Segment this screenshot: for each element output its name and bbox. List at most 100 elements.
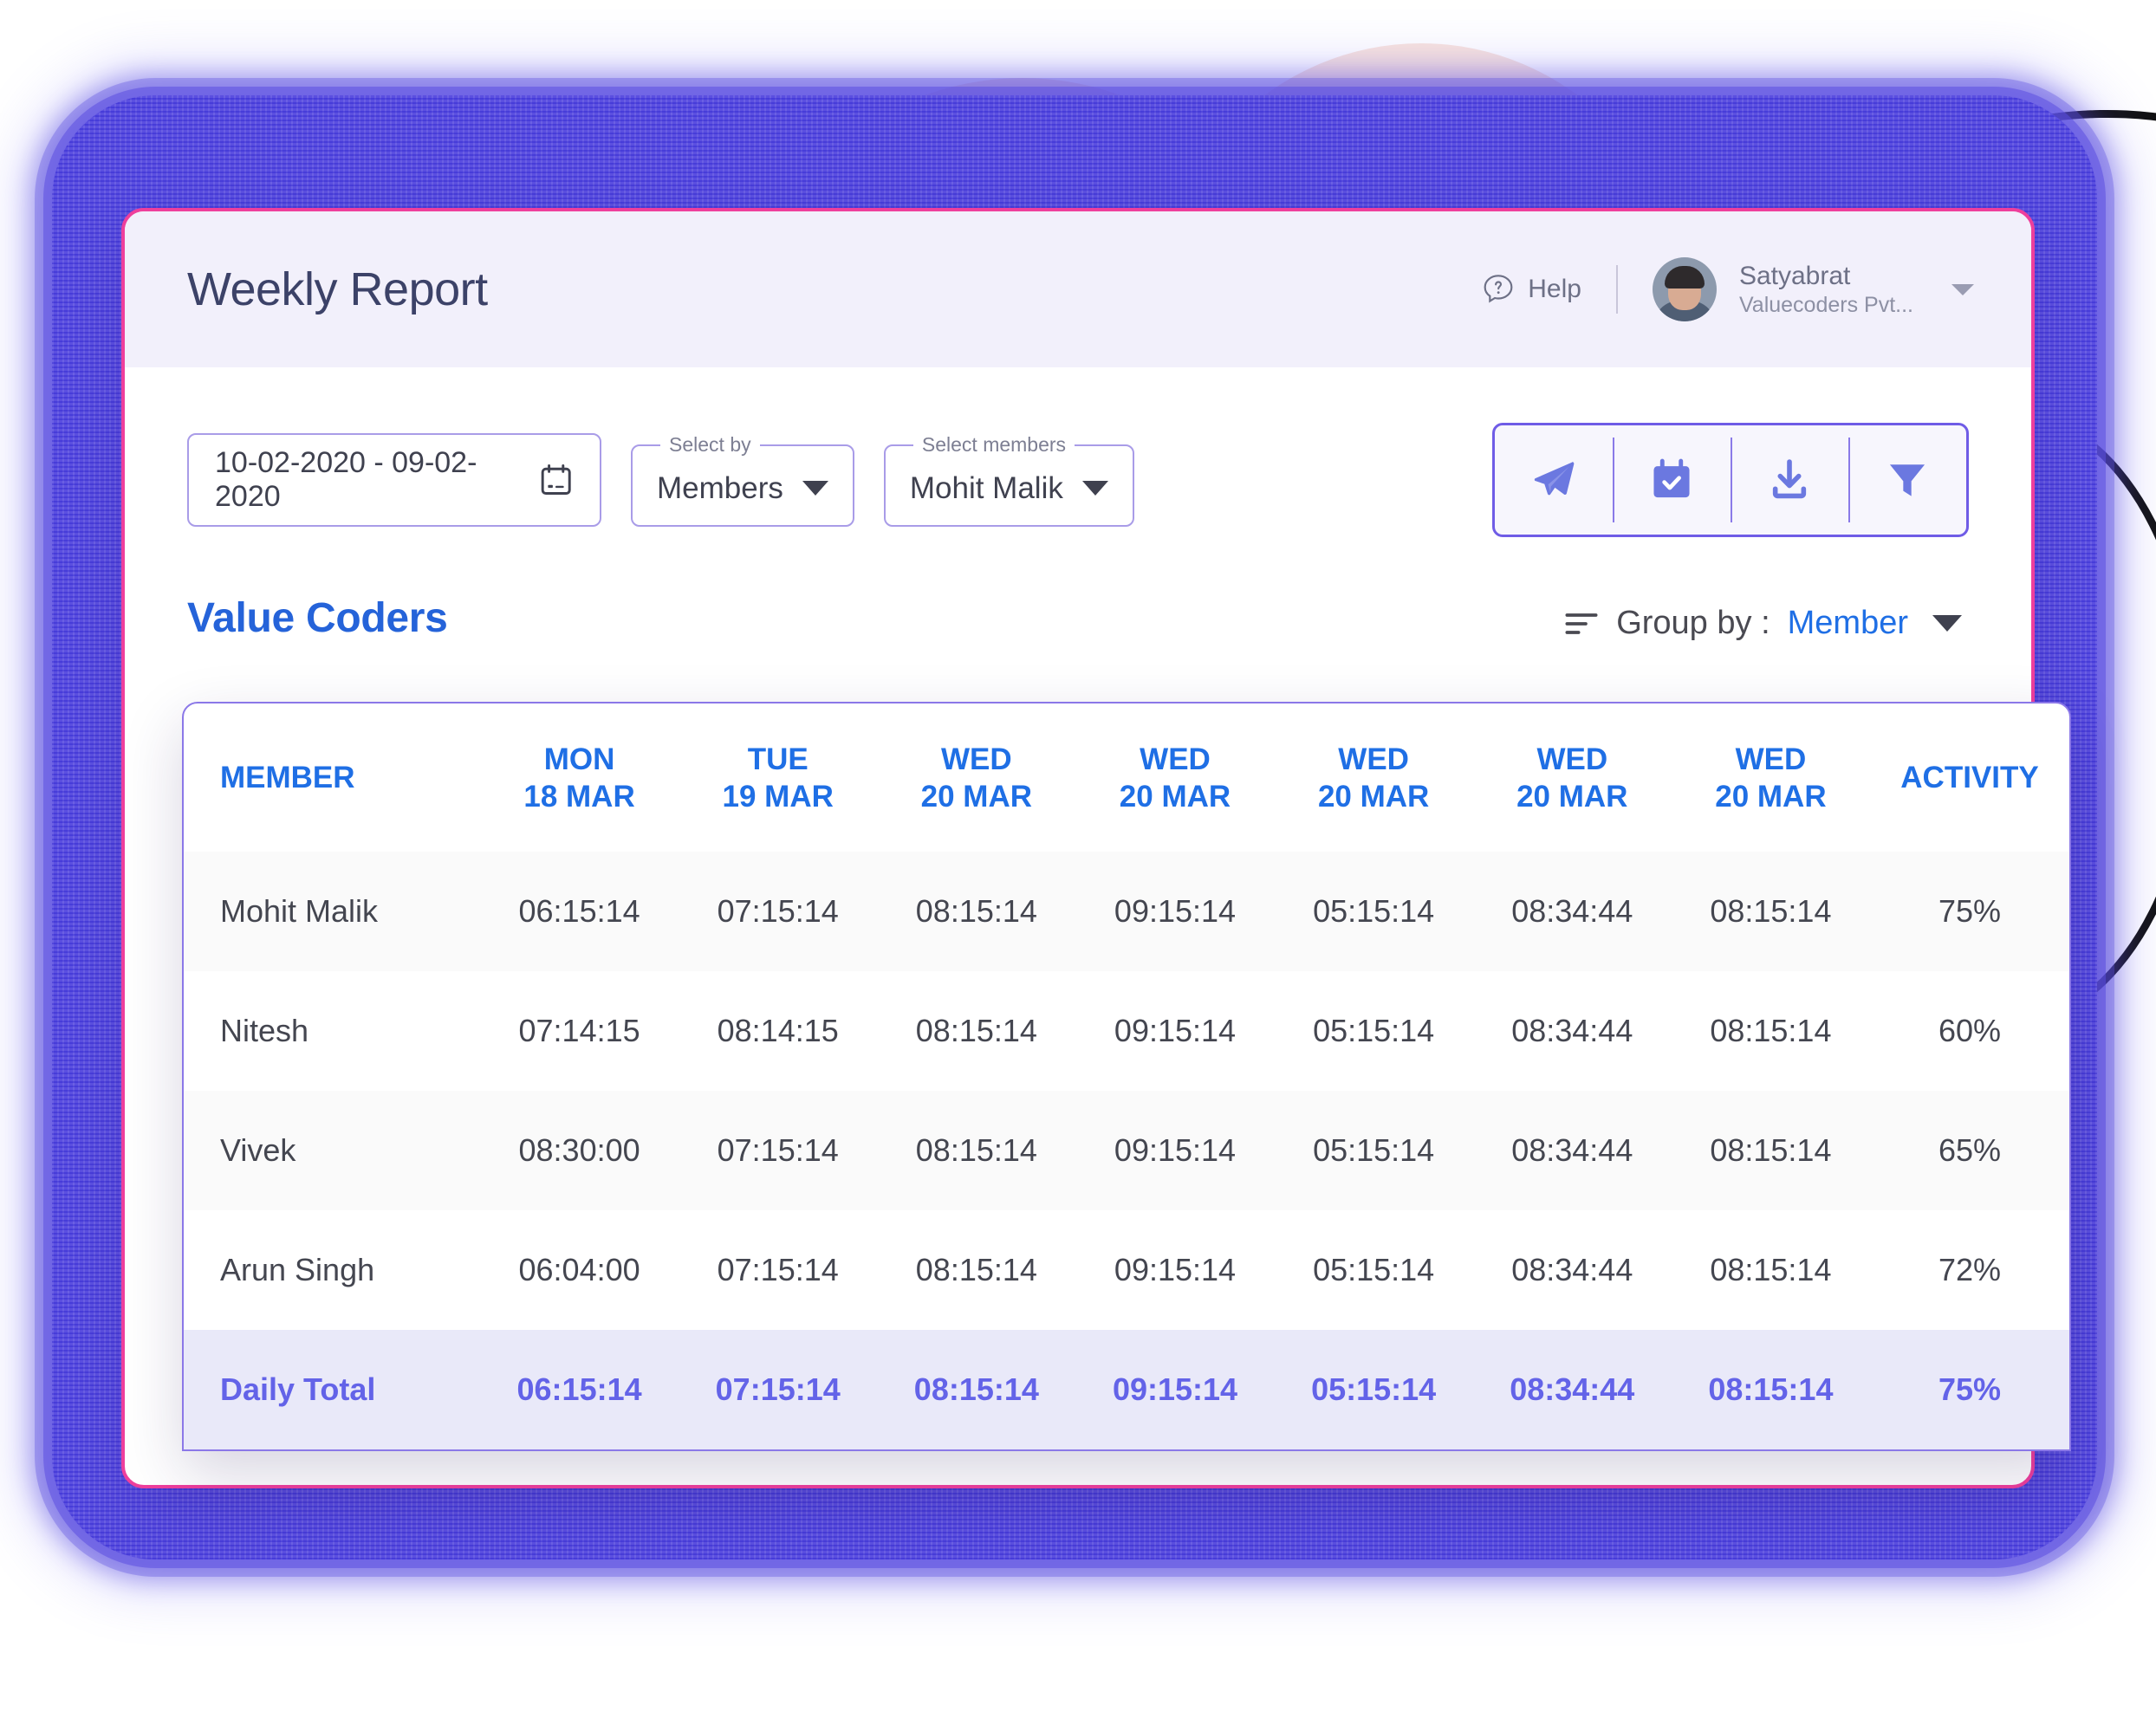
cell-duration-1: 07:14:15 bbox=[518, 1013, 640, 1049]
col-header-weekday: WED bbox=[941, 742, 1012, 776]
filter-button[interactable] bbox=[1848, 425, 1966, 535]
cell-duration-4: 09:15:14 bbox=[1075, 1330, 1275, 1450]
table-row[interactable]: Vivek 08:30:00 07:15:14 08:15:14 09:15:14 05:… bbox=[184, 1091, 2069, 1211]
cell-duration-1: 06:15:14 bbox=[480, 852, 679, 972]
col-header-day-6: WED 20 MAR bbox=[1473, 703, 1672, 852]
table-header-row: MEMBER MON 18 MAR TUE 19 MAR WED 20 MAR WED 20 M… bbox=[184, 703, 2069, 852]
app-header: Weekly Report Help Satyabrat Valuecoders… bbox=[125, 211, 2031, 367]
cell-duration-7: 08:15:14 bbox=[1671, 852, 1870, 972]
col-header-day-1: MON 18 MAR bbox=[480, 703, 679, 852]
select-by-legend: Select by bbox=[669, 433, 751, 456]
col-header-date: 20 MAR bbox=[920, 779, 1033, 814]
select-members-value-group: Mohit Malik bbox=[910, 471, 1108, 506]
select-by-value: Members bbox=[657, 470, 783, 505]
col-header-date: 20 MAR bbox=[1119, 779, 1231, 814]
cell-duration-7: 08:15:14 bbox=[1710, 1252, 1832, 1288]
user-menu[interactable]: Satyabrat Valuecoders Pvt... bbox=[1739, 260, 1913, 320]
cell-activity: 72% bbox=[1938, 1252, 2002, 1288]
cell-duration-4: 09:15:14 bbox=[1075, 852, 1275, 972]
cell-duration-3: 08:15:14 bbox=[915, 1013, 1037, 1049]
cell-duration-1: 06:15:14 bbox=[480, 1330, 679, 1450]
table-head: MEMBER MON 18 MAR TUE 19 MAR WED 20 MAR WED 20 M… bbox=[184, 703, 2069, 852]
group-by-value: Member bbox=[1787, 605, 1908, 641]
col-header-date: 20 MAR bbox=[1317, 779, 1430, 814]
caret-down-icon[interactable] bbox=[1932, 615, 1962, 632]
cell-duration-5: 05:15:14 bbox=[1313, 1252, 1435, 1288]
col-header-date: 19 MAR bbox=[722, 779, 834, 814]
date-range-value: 10-02-2020 - 09-02-2020 bbox=[215, 446, 477, 513]
cell-duration-2: 08:14:15 bbox=[717, 1013, 839, 1049]
table-row[interactable]: Arun Singh 06:04:00 07:15:14 08:15:14 09:15:… bbox=[184, 1210, 2069, 1330]
select-by-field[interactable]: Select by Members bbox=[631, 433, 854, 527]
filters-row: 10-02-2020 - 09-02-2020 Select by Member… bbox=[125, 367, 2031, 537]
col-header-weekday: MON bbox=[543, 742, 615, 776]
cell-duration-6: 08:34:44 bbox=[1511, 1252, 1633, 1288]
chevron-down-icon[interactable] bbox=[1951, 283, 1974, 295]
cell-duration-2: 07:15:14 bbox=[679, 1330, 878, 1450]
calendar-check-icon bbox=[1653, 458, 1690, 498]
col-header-day-3: WED 20 MAR bbox=[877, 703, 1075, 852]
download-icon bbox=[1772, 459, 1807, 499]
cell-activity: 75% bbox=[1870, 1330, 2069, 1450]
report-table-panel: MEMBER MON 18 MAR TUE 19 MAR WED 20 MAR WED 20 M… bbox=[182, 702, 2071, 1452]
cell-duration-7: 08:15:14 bbox=[1671, 1091, 1870, 1211]
cell-duration-6: 08:34:44 bbox=[1472, 1330, 1672, 1450]
header-right-group: Help Satyabrat Valuecoders Pvt... bbox=[1481, 257, 1974, 321]
col-header-weekday: WED bbox=[1536, 742, 1608, 776]
cell-duration-5: 05:15:14 bbox=[1274, 1330, 1473, 1450]
group-by-control[interactable]: Group by : Member bbox=[1564, 605, 1962, 642]
schedule-button[interactable] bbox=[1613, 425, 1731, 535]
date-range-field[interactable]: 10-02-2020 - 09-02-2020 bbox=[187, 433, 601, 527]
select-by-value-group: Members bbox=[657, 471, 828, 506]
cell-member: Daily Total bbox=[184, 1330, 480, 1450]
col-header-day-7: WED 20 MAR bbox=[1672, 703, 1870, 852]
col-header-date: 20 MAR bbox=[1516, 779, 1628, 814]
table-row[interactable]: Nitesh 07:14:15 08:14:15 08:15:14 09:15:14 05… bbox=[184, 971, 2069, 1091]
page-title: Weekly Report bbox=[187, 263, 488, 315]
cell-duration-7: 08:15:14 bbox=[1710, 1013, 1832, 1049]
col-header-weekday: WED bbox=[1735, 742, 1807, 776]
col-header-day-2: TUE 19 MAR bbox=[679, 703, 877, 852]
section-title: Value Coders bbox=[187, 595, 448, 641]
col-header-day-4: WED 20 MAR bbox=[1075, 703, 1274, 852]
cell-duration-6: 08:34:44 bbox=[1511, 1013, 1633, 1049]
caret-down-icon bbox=[802, 481, 828, 496]
download-button[interactable] bbox=[1731, 425, 1848, 535]
user-name: Satyabrat bbox=[1738, 261, 1851, 290]
cell-duration-4: 09:15:14 bbox=[1114, 1252, 1237, 1288]
table-body: Mohit Malik 06:15:14 07:15:14 08:15:14 09:15… bbox=[184, 852, 2069, 1450]
calendar-icon bbox=[541, 464, 571, 495]
help-label: Help bbox=[1528, 275, 1581, 303]
cell-activity: 75% bbox=[1870, 852, 2069, 972]
select-members-value: Mohit Malik bbox=[909, 470, 1063, 505]
cell-activity: 65% bbox=[1870, 1091, 2069, 1211]
cell-duration-1: 08:30:00 bbox=[480, 1091, 679, 1211]
avatar-hair bbox=[1664, 266, 1705, 289]
table-total-row[interactable]: Daily Total 06:15:14 07:15:14 08:15:14 09:15… bbox=[184, 1330, 2069, 1450]
help-button[interactable]: Help bbox=[1481, 272, 1581, 307]
group-by-label: Group by : bbox=[1616, 605, 1770, 641]
col-header-weekday: WED bbox=[1140, 742, 1211, 776]
cell-duration-2: 07:15:14 bbox=[679, 852, 878, 972]
report-table: MEMBER MON 18 MAR TUE 19 MAR WED 20 MAR WED 20 M… bbox=[184, 703, 2069, 1450]
cell-duration-4: 09:15:14 bbox=[1075, 1091, 1275, 1211]
cell-duration-2: 07:15:14 bbox=[679, 1091, 878, 1211]
table-row[interactable]: Mohit Malik 06:15:14 07:15:14 08:15:14 09:15… bbox=[184, 852, 2069, 972]
col-header-activity: ACTIVITY bbox=[1900, 761, 2039, 795]
question-bubble-icon bbox=[1484, 275, 1513, 303]
cell-activity: 60% bbox=[1938, 1013, 2002, 1049]
col-header-date: 20 MAR bbox=[1715, 779, 1827, 814]
funnel-icon bbox=[1889, 464, 1925, 496]
select-members-field[interactable]: Select members Mohit Malik bbox=[883, 433, 1134, 527]
action-toolbar bbox=[1492, 423, 1969, 537]
select-members-legend: Select members bbox=[921, 433, 1067, 456]
col-header-member: MEMBER bbox=[220, 761, 355, 795]
cell-duration-3: 08:15:14 bbox=[877, 1330, 1076, 1450]
cell-duration-5: 05:15:14 bbox=[1274, 852, 1473, 972]
cell-duration-7: 08:15:14 bbox=[1671, 1330, 1870, 1450]
avatar[interactable] bbox=[1652, 257, 1717, 321]
cell-member: Mohit Malik bbox=[184, 852, 480, 972]
send-button[interactable] bbox=[1495, 425, 1613, 535]
col-header-weekday: TUE bbox=[747, 742, 808, 776]
cell-duration-3: 08:15:14 bbox=[915, 1252, 1037, 1288]
